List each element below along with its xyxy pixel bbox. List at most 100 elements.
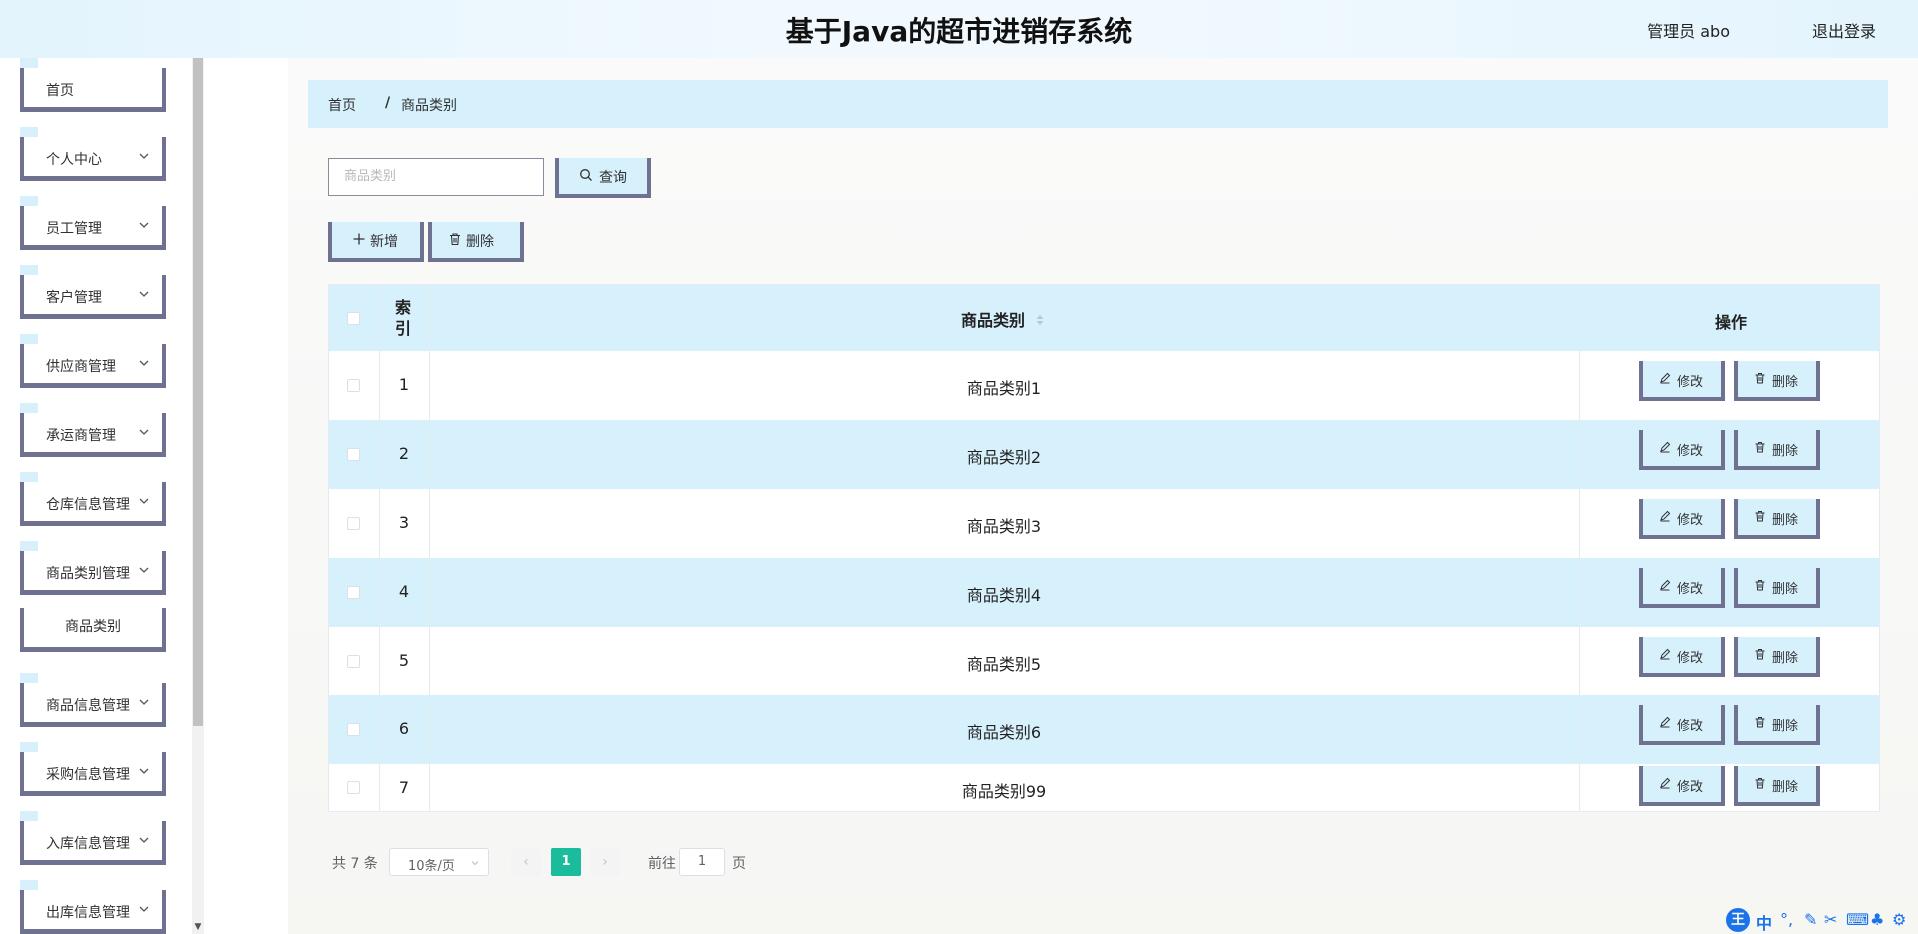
ime-mode-icon[interactable]: 中 <box>1756 910 1772 934</box>
edit-button[interactable]: 修改 <box>1639 430 1725 470</box>
plus-icon <box>353 233 365 245</box>
row-category: 商品类别99 <box>961 782 1047 801</box>
sidebar-item-warehouse[interactable]: 仓库信息管理 <box>20 482 166 526</box>
chevron-down-icon <box>139 222 149 228</box>
header-category-label: 商品类别 <box>961 311 1026 330</box>
pen-icon[interactable]: ✎ <box>1804 910 1817 929</box>
edit-button[interactable]: 修改 <box>1639 568 1725 608</box>
current-user: 管理员 abo <box>1647 22 1730 41</box>
prev-page-button[interactable]: ‹ <box>511 848 541 876</box>
sidebar-item-outbound[interactable]: 出库信息管理 <box>20 890 166 934</box>
menu-tab-decoration <box>20 58 38 68</box>
delete-button[interactable]: 删除 <box>1734 430 1820 470</box>
next-page-button[interactable]: › <box>590 848 620 876</box>
edit-label: 修改 <box>1677 651 1704 666</box>
add-button[interactable]: 新增 <box>328 222 424 262</box>
row-category: 商品类别5 <box>966 655 1042 674</box>
delete-button[interactable]: 删除 <box>1734 705 1820 745</box>
keyboard-icon[interactable]: ⌨ <box>1846 910 1869 929</box>
header-category[interactable]: 商品类别 <box>961 307 1045 331</box>
search-button-label: 查询 <box>599 170 627 186</box>
scissors-icon[interactable]: ✂ <box>1824 910 1837 929</box>
delete-button[interactable]: 删除 <box>1734 637 1820 677</box>
menu-tab-decoration <box>20 265 38 275</box>
row-checkbox[interactable] <box>347 517 360 530</box>
sidebar-item-profile[interactable]: 个人中心 <box>20 137 166 181</box>
column-divider <box>429 285 430 351</box>
chevron-down-icon <box>139 837 149 843</box>
delete-button[interactable]: 删除 <box>1734 568 1820 608</box>
column-divider <box>1579 764 1580 811</box>
page-number-current[interactable]: 1 <box>551 848 581 876</box>
scroll-down-arrow-icon[interactable]: ▼ <box>193 922 203 932</box>
edit-label: 修改 <box>1677 375 1704 390</box>
select-all-checkbox[interactable] <box>347 312 360 325</box>
edit-button[interactable]: 修改 <box>1639 705 1725 745</box>
row-checkbox[interactable] <box>347 723 360 736</box>
row-index: 1 <box>398 375 410 394</box>
chevron-down-icon <box>139 429 149 435</box>
edit-icon <box>1660 510 1671 522</box>
delete-button[interactable]: 删除 <box>1734 361 1820 401</box>
breadcrumb-current: 商品类别 <box>401 98 457 114</box>
row-checkbox[interactable] <box>347 448 360 461</box>
goto-page-input[interactable]: 1 <box>679 848 725 876</box>
sidebar-item-purchasing[interactable]: 采购信息管理 <box>20 752 166 796</box>
row-checkbox[interactable] <box>347 379 360 392</box>
sidebar-item-label: 客户管理 <box>46 290 102 306</box>
edit-label: 修改 <box>1677 582 1704 597</box>
sidebar-item-carriers[interactable]: 承运商管理 <box>20 413 166 457</box>
edit-button[interactable]: 修改 <box>1639 361 1725 401</box>
table-row: 7 商品类别99 修改 删除 <box>329 764 1879 811</box>
gear-icon[interactable]: ⚙ <box>1892 910 1906 929</box>
trash-icon <box>1755 580 1765 591</box>
sidebar-subitem-category[interactable]: 商品类别 <box>20 608 166 652</box>
ime-logo-icon[interactable]: 王 <box>1726 908 1750 932</box>
main-content: 首页 / 商品类别 商品类别 查询 新增 删除 索引 商品类别 操作 1 商品类… <box>288 58 1918 934</box>
scrollbar-thumb[interactable] <box>193 58 203 726</box>
sort-icon[interactable] <box>1035 314 1045 326</box>
goto-suffix: 页 <box>732 856 746 872</box>
edit-button[interactable]: 修改 <box>1639 766 1725 806</box>
chevron-down-icon <box>139 498 149 504</box>
delete-label: 删除 <box>1772 582 1799 597</box>
delete-button[interactable]: 删除 <box>1734 766 1820 806</box>
sidebar-item-inbound[interactable]: 入库信息管理 <box>20 821 166 865</box>
sidebar-item-products[interactable]: 商品信息管理 <box>20 683 166 727</box>
sidebar-item-label: 首页 <box>46 83 74 99</box>
breadcrumb-home[interactable]: 首页 <box>328 95 356 115</box>
row-index: 3 <box>398 513 410 532</box>
row-checkbox[interactable] <box>347 781 360 794</box>
row-category: 商品类别1 <box>966 379 1042 398</box>
row-category: 商品类别2 <box>966 448 1042 467</box>
sidebar-item-home[interactable]: 首页 <box>20 68 166 112</box>
sidebar-item-category-mgmt[interactable]: 商品类别管理 <box>20 551 166 595</box>
row-index: 5 <box>398 651 410 670</box>
edit-button[interactable]: 修改 <box>1639 499 1725 539</box>
shirt-icon[interactable]: ♣ <box>1870 910 1884 929</box>
sidebar-item-employees[interactable]: 员工管理 <box>20 206 166 250</box>
punctuation-icon[interactable]: °, <box>1780 910 1793 929</box>
row-index: 6 <box>398 719 410 738</box>
delete-button[interactable]: 删除 <box>1734 499 1820 539</box>
sidebar-item-label: 承运商管理 <box>46 428 116 444</box>
logout-link[interactable]: 退出登录 <box>1812 18 1876 42</box>
row-checkbox[interactable] <box>347 586 360 599</box>
category-search-input[interactable]: 商品类别 <box>328 158 544 196</box>
sidebar-scrollbar[interactable]: ▼ <box>192 58 204 934</box>
edit-icon <box>1660 372 1671 384</box>
row-checkbox[interactable] <box>347 655 360 668</box>
chevron-down-icon <box>139 291 149 297</box>
column-divider <box>1579 420 1580 489</box>
sidebar-item-suppliers[interactable]: 供应商管理 <box>20 344 166 388</box>
ime-toolbar[interactable]: 王 中 °, ✎ ✂ ⌨ ♣ ⚙ <box>1724 906 1918 934</box>
edit-button[interactable]: 修改 <box>1639 637 1725 677</box>
chevron-down-icon <box>139 360 149 366</box>
page-size-select[interactable]: 10条/页 <box>389 848 489 876</box>
search-icon <box>580 169 592 181</box>
chevron-down-icon <box>139 906 149 912</box>
sidebar-item-customers[interactable]: 客户管理 <box>20 275 166 319</box>
batch-delete-button[interactable]: 删除 <box>428 222 524 262</box>
search-button[interactable]: 查询 <box>555 158 651 198</box>
menu-tab-decoration <box>20 334 38 344</box>
